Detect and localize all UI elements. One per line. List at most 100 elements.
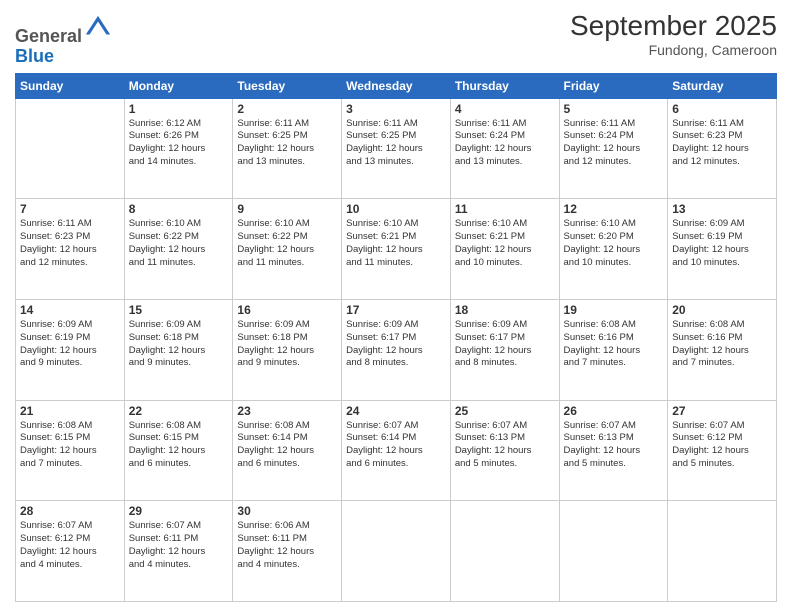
day-number: 28 bbox=[20, 504, 120, 518]
day-of-week-header: Sunday bbox=[16, 73, 125, 98]
day-info: Sunrise: 6:10 AM Sunset: 6:20 PM Dayligh… bbox=[564, 218, 664, 269]
calendar-cell: 30 Sunrise: 6:06 AM Sunset: 6:11 PM Dayli… bbox=[233, 501, 342, 602]
header: General Blue September 2025 Fundong, Cam… bbox=[15, 10, 777, 67]
day-number: 24 bbox=[346, 404, 446, 418]
calendar-cell: 27Sunrise: 6:07 AM Sunset: 6:12 PM Dayli… bbox=[668, 400, 777, 501]
day-info: Sunrise: 6:08 AM Sunset: 6:16 PM Dayligh… bbox=[564, 319, 664, 370]
calendar-body: 1 Sunrise: 6:12 AM Sunset: 6:26 PM Daylig… bbox=[16, 98, 777, 601]
day-info: Sunrise: 6:09 AM Sunset: 6:19 PM Dayligh… bbox=[20, 319, 120, 370]
calendar-week-row: 7 Sunrise: 6:11 AM Sunset: 6:23 PM Daylig… bbox=[16, 199, 777, 300]
calendar-cell bbox=[16, 98, 125, 199]
day-number: 20 bbox=[672, 303, 772, 317]
days-of-week-row: SundayMondayTuesdayWednesdayThursdayFrid… bbox=[16, 73, 777, 98]
logo-icon bbox=[84, 14, 112, 42]
day-info: Sunrise: 6:10 AM Sunset: 6:22 PM Dayligh… bbox=[237, 218, 337, 269]
day-info: Sunrise: 6:11 AM Sunset: 6:23 PM Dayligh… bbox=[672, 118, 772, 169]
day-number: 5 bbox=[564, 102, 664, 116]
calendar-cell: 22Sunrise: 6:08 AM Sunset: 6:15 PM Dayli… bbox=[124, 400, 233, 501]
day-number: 1 bbox=[129, 102, 229, 116]
day-number: 14 bbox=[20, 303, 120, 317]
day-number: 18 bbox=[455, 303, 555, 317]
calendar-cell: 4 Sunrise: 6:11 AM Sunset: 6:24 PM Daylig… bbox=[450, 98, 559, 199]
day-of-week-header: Thursday bbox=[450, 73, 559, 98]
day-number: 13 bbox=[672, 202, 772, 216]
day-info: Sunrise: 6:08 AM Sunset: 6:15 PM Dayligh… bbox=[129, 420, 229, 471]
day-of-week-header: Saturday bbox=[668, 73, 777, 98]
day-number: 21 bbox=[20, 404, 120, 418]
logo-general: General bbox=[15, 26, 82, 46]
calendar-cell bbox=[559, 501, 668, 602]
day-info: Sunrise: 6:10 AM Sunset: 6:22 PM Dayligh… bbox=[129, 218, 229, 269]
calendar-table: SundayMondayTuesdayWednesdayThursdayFrid… bbox=[15, 73, 777, 602]
calendar-cell: 13 Sunrise: 6:09 AM Sunset: 6:19 PM Dayli… bbox=[668, 199, 777, 300]
day-number: 2 bbox=[237, 102, 337, 116]
day-of-week-header: Monday bbox=[124, 73, 233, 98]
day-info: Sunrise: 6:09 AM Sunset: 6:17 PM Dayligh… bbox=[346, 319, 446, 370]
day-number: 26 bbox=[564, 404, 664, 418]
day-info: Sunrise: 6:06 AM Sunset: 6:11 PM Dayligh… bbox=[237, 520, 337, 571]
calendar-week-row: 14 Sunrise: 6:09 AM Sunset: 6:19 PM Dayli… bbox=[16, 299, 777, 400]
calendar-cell: 6Sunrise: 6:11 AM Sunset: 6:23 PM Daylig… bbox=[668, 98, 777, 199]
day-info: Sunrise: 6:07 AM Sunset: 6:13 PM Dayligh… bbox=[455, 420, 555, 471]
day-info: Sunrise: 6:07 AM Sunset: 6:12 PM Dayligh… bbox=[672, 420, 772, 471]
calendar-cell: 16Sunrise: 6:09 AM Sunset: 6:18 PM Dayli… bbox=[233, 299, 342, 400]
day-number: 30 bbox=[237, 504, 337, 518]
day-number: 23 bbox=[237, 404, 337, 418]
logo-blue-text: Blue bbox=[15, 47, 112, 67]
title-block: September 2025 Fundong, Cameroon bbox=[570, 10, 777, 58]
calendar-cell: 26 Sunrise: 6:07 AM Sunset: 6:13 PM Dayli… bbox=[559, 400, 668, 501]
calendar-cell: 25 Sunrise: 6:07 AM Sunset: 6:13 PM Dayli… bbox=[450, 400, 559, 501]
day-number: 7 bbox=[20, 202, 120, 216]
calendar-cell: 29Sunrise: 6:07 AM Sunset: 6:11 PM Dayli… bbox=[124, 501, 233, 602]
day-info: Sunrise: 6:09 AM Sunset: 6:17 PM Dayligh… bbox=[455, 319, 555, 370]
day-info: Sunrise: 6:10 AM Sunset: 6:21 PM Dayligh… bbox=[346, 218, 446, 269]
calendar-cell: 8Sunrise: 6:10 AM Sunset: 6:22 PM Daylig… bbox=[124, 199, 233, 300]
day-info: Sunrise: 6:08 AM Sunset: 6:15 PM Dayligh… bbox=[20, 420, 120, 471]
calendar-cell: 10 Sunrise: 6:10 AM Sunset: 6:21 PM Dayli… bbox=[342, 199, 451, 300]
day-number: 12 bbox=[564, 202, 664, 216]
calendar-cell: 21 Sunrise: 6:08 AM Sunset: 6:15 PM Dayli… bbox=[16, 400, 125, 501]
calendar-cell: 14 Sunrise: 6:09 AM Sunset: 6:19 PM Dayli… bbox=[16, 299, 125, 400]
day-info: Sunrise: 6:09 AM Sunset: 6:18 PM Dayligh… bbox=[129, 319, 229, 370]
logo: General Blue bbox=[15, 14, 112, 67]
calendar-week-row: 1 Sunrise: 6:12 AM Sunset: 6:26 PM Daylig… bbox=[16, 98, 777, 199]
day-number: 9 bbox=[237, 202, 337, 216]
day-info: Sunrise: 6:11 AM Sunset: 6:24 PM Dayligh… bbox=[564, 118, 664, 169]
day-info: Sunrise: 6:07 AM Sunset: 6:12 PM Dayligh… bbox=[20, 520, 120, 571]
day-info: Sunrise: 6:07 AM Sunset: 6:13 PM Dayligh… bbox=[564, 420, 664, 471]
calendar-week-row: 28 Sunrise: 6:07 AM Sunset: 6:12 PM Dayli… bbox=[16, 501, 777, 602]
page: General Blue September 2025 Fundong, Cam… bbox=[0, 0, 792, 612]
day-number: 29 bbox=[129, 504, 229, 518]
month-title: September 2025 bbox=[570, 10, 777, 42]
day-info: Sunrise: 6:11 AM Sunset: 6:24 PM Dayligh… bbox=[455, 118, 555, 169]
calendar-cell: 3 Sunrise: 6:11 AM Sunset: 6:25 PM Daylig… bbox=[342, 98, 451, 199]
calendar-cell bbox=[668, 501, 777, 602]
calendar-cell: 17Sunrise: 6:09 AM Sunset: 6:17 PM Dayli… bbox=[342, 299, 451, 400]
logo-blue-label: Blue bbox=[15, 46, 54, 66]
calendar-cell: 28 Sunrise: 6:07 AM Sunset: 6:12 PM Dayli… bbox=[16, 501, 125, 602]
day-info: Sunrise: 6:09 AM Sunset: 6:19 PM Dayligh… bbox=[672, 218, 772, 269]
calendar-cell: 12 Sunrise: 6:10 AM Sunset: 6:20 PM Dayli… bbox=[559, 199, 668, 300]
day-number: 25 bbox=[455, 404, 555, 418]
day-info: Sunrise: 6:08 AM Sunset: 6:14 PM Dayligh… bbox=[237, 420, 337, 471]
logo-text: General bbox=[15, 14, 112, 47]
day-of-week-header: Tuesday bbox=[233, 73, 342, 98]
day-info: Sunrise: 6:12 AM Sunset: 6:26 PM Dayligh… bbox=[129, 118, 229, 169]
calendar-cell: 9 Sunrise: 6:10 AM Sunset: 6:22 PM Daylig… bbox=[233, 199, 342, 300]
calendar-cell: 2Sunrise: 6:11 AM Sunset: 6:25 PM Daylig… bbox=[233, 98, 342, 199]
day-of-week-header: Friday bbox=[559, 73, 668, 98]
day-info: Sunrise: 6:11 AM Sunset: 6:23 PM Dayligh… bbox=[20, 218, 120, 269]
day-info: Sunrise: 6:11 AM Sunset: 6:25 PM Dayligh… bbox=[346, 118, 446, 169]
day-number: 10 bbox=[346, 202, 446, 216]
calendar-cell: 11Sunrise: 6:10 AM Sunset: 6:21 PM Dayli… bbox=[450, 199, 559, 300]
day-number: 3 bbox=[346, 102, 446, 116]
day-number: 4 bbox=[455, 102, 555, 116]
calendar-cell: 7 Sunrise: 6:11 AM Sunset: 6:23 PM Daylig… bbox=[16, 199, 125, 300]
calendar-cell: 1 Sunrise: 6:12 AM Sunset: 6:26 PM Daylig… bbox=[124, 98, 233, 199]
day-info: Sunrise: 6:09 AM Sunset: 6:18 PM Dayligh… bbox=[237, 319, 337, 370]
calendar-cell: 20Sunrise: 6:08 AM Sunset: 6:16 PM Dayli… bbox=[668, 299, 777, 400]
calendar-cell: 24 Sunrise: 6:07 AM Sunset: 6:14 PM Dayli… bbox=[342, 400, 451, 501]
calendar-header: SundayMondayTuesdayWednesdayThursdayFrid… bbox=[16, 73, 777, 98]
calendar-cell: 18 Sunrise: 6:09 AM Sunset: 6:17 PM Dayli… bbox=[450, 299, 559, 400]
day-info: Sunrise: 6:07 AM Sunset: 6:14 PM Dayligh… bbox=[346, 420, 446, 471]
